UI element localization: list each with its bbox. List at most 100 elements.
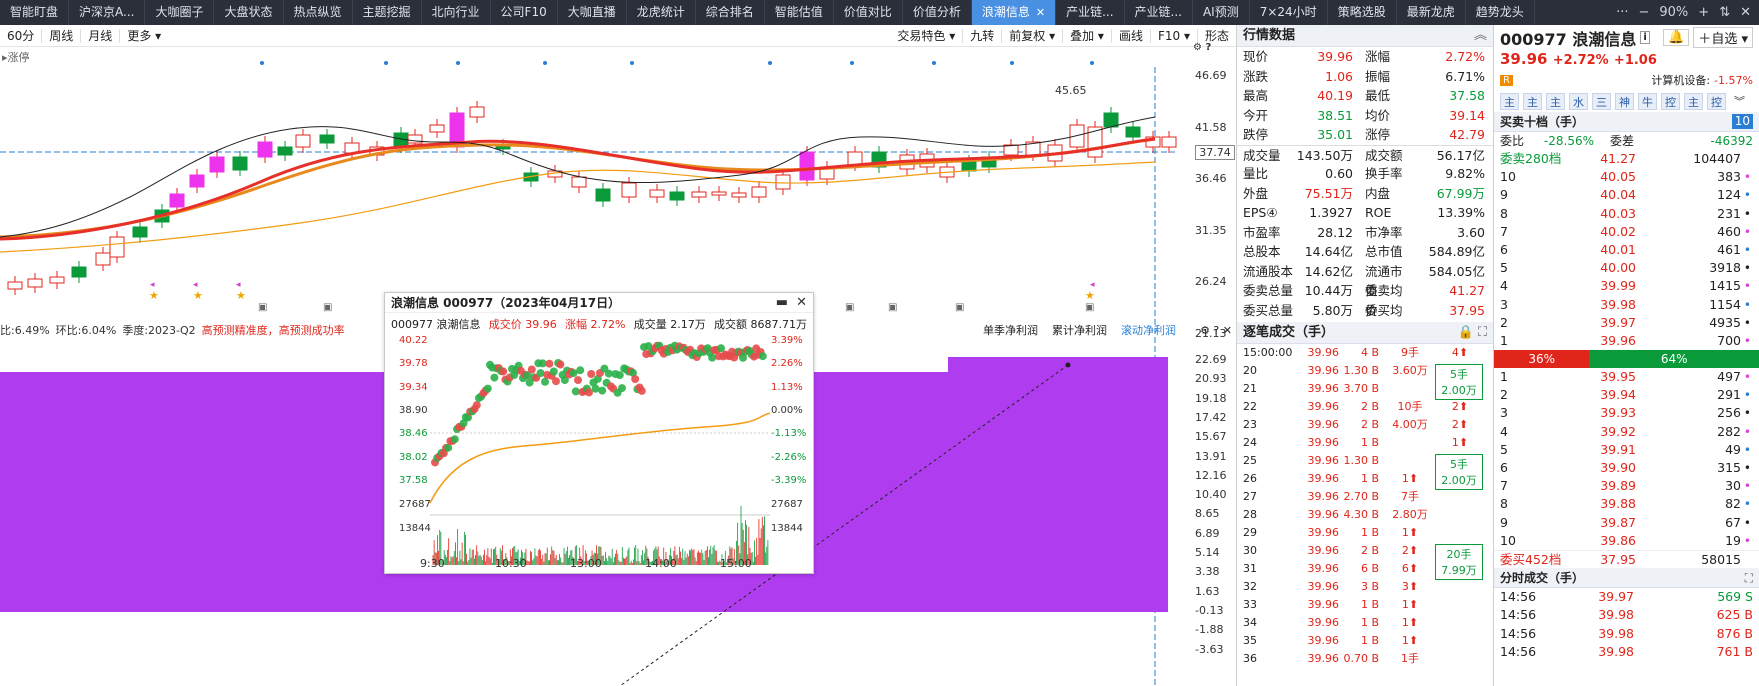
more-label: 更多 xyxy=(127,29,151,43)
nav-tab[interactable]: 浪潮信息 ✕ xyxy=(972,0,1056,25)
nav-tab[interactable]: 热点纵览 xyxy=(284,0,353,25)
order-level[interactable]: 2 39.94 291 • xyxy=(1494,386,1759,404)
order-level[interactable]: 7 40.02 460 • xyxy=(1494,223,1759,241)
tab-quarter-profit[interactable]: 单季净利润 xyxy=(983,322,1038,338)
indicator-button[interactable]: 水 xyxy=(1569,93,1588,110)
order-level[interactable]: 9 39.87 67 • xyxy=(1494,514,1759,532)
order-level[interactable]: 3 39.98 1154 • xyxy=(1494,296,1759,314)
lock-expand-icons[interactable]: 🔒 ⛶ xyxy=(1458,322,1487,344)
levels-badge[interactable]: 10 xyxy=(1732,114,1753,129)
order-level[interactable]: 9 40.04 124 • xyxy=(1494,186,1759,204)
order-level[interactable]: 5 39.91 49 • xyxy=(1494,441,1759,459)
indicator-button[interactable]: 主 xyxy=(1523,93,1542,110)
nav-tab[interactable]: 智能盯盘 xyxy=(0,0,69,25)
nav-tab[interactable]: 产业链... xyxy=(1056,0,1124,25)
nav-tab[interactable]: 智能估值 xyxy=(765,0,834,25)
nav-tab[interactable]: 主题挖掘 xyxy=(353,0,422,25)
trade-feature-dropdown[interactable]: 交易特色 ▾ xyxy=(890,25,962,47)
candle-body xyxy=(1162,137,1176,147)
indicator-button[interactable]: 主 xyxy=(1500,93,1519,110)
f10-dropdown[interactable]: F10 ▾ xyxy=(1151,25,1197,47)
nav-tab[interactable]: 大咖直播 xyxy=(558,0,627,25)
order-level[interactable]: 5 40.00 3918 • xyxy=(1494,259,1759,277)
quote-value: 67.99万 xyxy=(1413,184,1493,204)
candle-body xyxy=(596,189,610,201)
trendline-handle[interactable] xyxy=(1066,363,1071,368)
more-periods-dropdown[interactable]: 更多 ▾ xyxy=(120,25,168,47)
group-amt: 2.00万 xyxy=(1436,472,1482,488)
add-favorite-button[interactable]: ＋自选 ▾ xyxy=(1693,27,1753,48)
order-level[interactable]: 7 39.89 30 • xyxy=(1494,477,1759,495)
nav-tab[interactable]: 沪深京A... xyxy=(69,0,145,25)
order-level[interactable]: 8 40.03 231 • xyxy=(1494,205,1759,223)
nav-tab[interactable]: 策略选股 xyxy=(1328,0,1397,25)
swap-icon[interactable]: ⇅ xyxy=(1719,5,1730,20)
nav-tab[interactable]: 综合排名 xyxy=(696,0,765,25)
nav-tab[interactable]: 趋势龙头 xyxy=(1466,0,1535,25)
event-icon: ▣ xyxy=(258,302,267,313)
draw-button[interactable]: 画线 xyxy=(1112,25,1150,47)
close-icon[interactable]: ✕ xyxy=(796,295,807,310)
overlay-dropdown[interactable]: 叠加 ▾ xyxy=(1063,25,1111,47)
industry-label[interactable]: 计算机设备: xyxy=(1651,72,1710,88)
zoom-out-icon[interactable]: − xyxy=(1638,5,1649,20)
order-level[interactable]: 4 39.92 282 • xyxy=(1494,423,1759,441)
close-tab-icon[interactable]: ✕ xyxy=(1036,6,1045,19)
level-dot: • xyxy=(1744,423,1751,441)
level-dot: • xyxy=(1744,277,1751,295)
indicator-button[interactable]: 牛 xyxy=(1638,93,1657,110)
nav-tab[interactable]: 产业链... xyxy=(1125,0,1193,25)
nav-tab[interactable]: 大咖圈子 xyxy=(145,0,214,25)
level-price: 39.91 xyxy=(1538,441,1636,459)
zoom-in-icon[interactable]: + xyxy=(1698,5,1709,20)
minimize-icon[interactable]: ▬ xyxy=(776,295,788,310)
close-icon[interactable]: ✕ xyxy=(1740,5,1751,20)
nine-turn-button[interactable]: 九转 xyxy=(963,25,1001,47)
order-level[interactable]: 4 39.99 1415 • xyxy=(1494,277,1759,295)
level-price: 39.97 xyxy=(1538,314,1636,332)
nav-tab[interactable]: 7×24小时 xyxy=(1250,0,1328,25)
tick-order: 2.80万 xyxy=(1385,506,1435,524)
sub-settings-icon[interactable]: ⚙ ? ✕ xyxy=(1200,324,1232,337)
timesales-title: 分时成交（手） ⛶ xyxy=(1494,568,1759,588)
popup-left-axis-label: 38.46 xyxy=(399,428,449,439)
info-icon[interactable]: i xyxy=(1640,31,1649,44)
more-icon[interactable]: ··· xyxy=(1616,5,1628,20)
indicator-button[interactable]: 神 xyxy=(1615,93,1634,110)
nav-tab[interactable]: 最新龙虎 xyxy=(1397,0,1466,25)
period-week-button[interactable]: 周线 xyxy=(42,25,80,47)
order-level[interactable]: 10 39.86 19 • xyxy=(1494,532,1759,550)
period-month-button[interactable]: 月线 xyxy=(81,25,119,47)
order-level[interactable]: 1 39.96 700 • xyxy=(1494,332,1759,350)
indicator-button[interactable]: 主 xyxy=(1546,93,1565,110)
order-level[interactable]: 8 39.88 82 • xyxy=(1494,495,1759,513)
indicator-button[interactable]: 控 xyxy=(1707,93,1726,110)
adjust-dropdown[interactable]: 前复权 ▾ xyxy=(1002,25,1062,47)
tag-badge: R xyxy=(1500,75,1513,86)
indicator-button[interactable]: 控 xyxy=(1661,93,1680,110)
nav-tab[interactable]: 价值分析 xyxy=(903,0,972,25)
indicator-button[interactable]: 主 xyxy=(1684,93,1703,110)
order-level[interactable]: 6 39.90 315 • xyxy=(1494,459,1759,477)
nav-tab[interactable]: 价值对比 xyxy=(834,0,903,25)
alert-bell-icon[interactable]: 🔔 xyxy=(1663,29,1689,46)
order-level[interactable]: 6 40.01 461 • xyxy=(1494,241,1759,259)
period-60min-button[interactable]: 60分 xyxy=(0,25,41,47)
tab-cumulative-profit[interactable]: 累计净利润 xyxy=(1052,322,1107,338)
tab-rolling-profit[interactable]: 滚动净利润 xyxy=(1121,322,1176,338)
nav-tab[interactable]: 北向行业 xyxy=(422,0,491,25)
indicator-button[interactable]: 三 xyxy=(1592,93,1611,110)
orderbook-title: 买卖十档（手） 10 xyxy=(1494,112,1759,132)
order-level[interactable]: 1 39.95 497 • xyxy=(1494,368,1759,386)
nav-tab[interactable]: 龙虎统计 xyxy=(627,0,696,25)
expand-icon[interactable]: ⛶ xyxy=(1745,568,1753,588)
order-level[interactable]: 2 39.97 4935 • xyxy=(1494,314,1759,332)
order-level[interactable]: 10 40.05 383 • xyxy=(1494,168,1759,186)
nav-tab[interactable]: 公司F10 xyxy=(491,0,558,25)
nav-tab[interactable]: 大盘状态 xyxy=(214,0,283,25)
intraday-popup[interactable]: 浪潮信息 000977（2023年04月17日） ▬ ✕ 000977 浪潮信息… xyxy=(384,292,814,574)
collapse-icon[interactable]: ︽ xyxy=(1474,25,1487,47)
order-level[interactable]: 3 39.93 256 • xyxy=(1494,404,1759,422)
chevron-down-icon[interactable]: ︾ xyxy=(1730,93,1749,110)
nav-tab[interactable]: AI预测 xyxy=(1193,0,1250,25)
